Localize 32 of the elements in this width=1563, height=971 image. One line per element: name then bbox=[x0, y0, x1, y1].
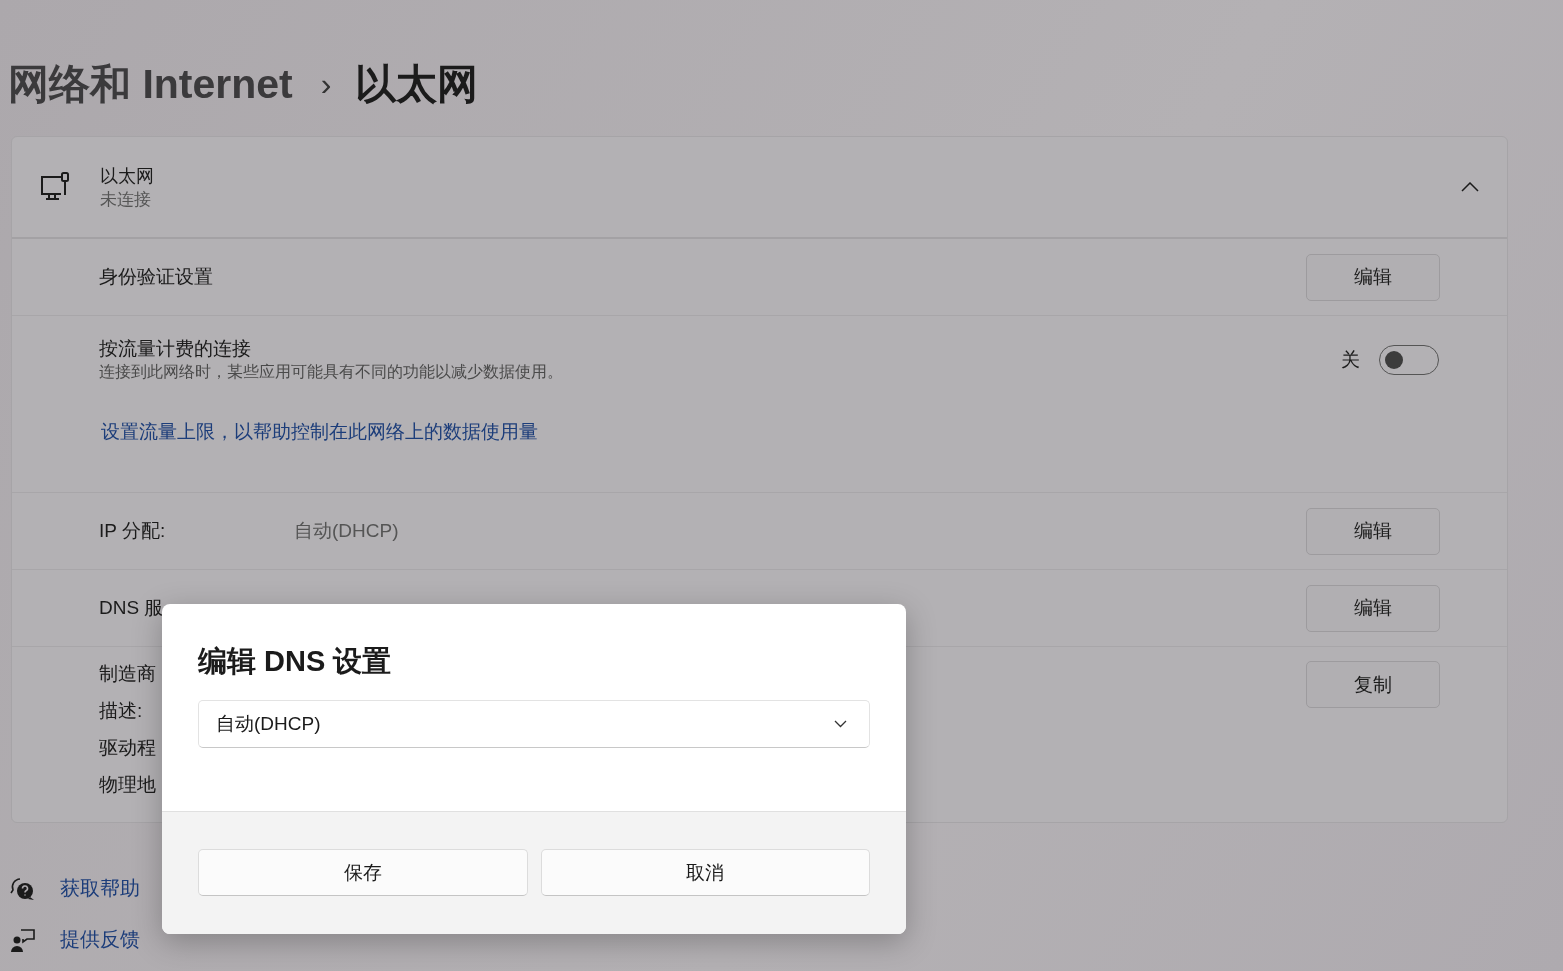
help-icon bbox=[10, 875, 36, 902]
setting-label: 按流量计费的连接 bbox=[99, 337, 252, 361]
property-label: 物理地 bbox=[99, 773, 156, 797]
toggle-state: 关 bbox=[1341, 347, 1360, 372]
setting-description: 连接到此网络时，某些应用可能具有不同的功能以减少数据使用。 bbox=[99, 362, 564, 382]
dialog-title: 编辑 DNS 设置 bbox=[198, 644, 393, 679]
feedback-link[interactable]: 提供反馈 bbox=[60, 926, 140, 953]
copy-button[interactable]: 复制 bbox=[1306, 661, 1440, 708]
setting-label: 身份验证设置 bbox=[99, 265, 214, 289]
breadcrumb-separator: › bbox=[320, 65, 332, 103]
edit-button[interactable]: 编辑 bbox=[1306, 507, 1440, 555]
adapter-status: 未连接 bbox=[100, 188, 152, 211]
setting-value: 自动(DHCP) bbox=[294, 519, 400, 543]
adapter-name: 以太网 bbox=[100, 164, 155, 188]
help-link[interactable]: 获取帮助 bbox=[60, 875, 140, 902]
edit-button[interactable]: 编辑 bbox=[1306, 584, 1440, 632]
setting-label: DNS 服 bbox=[99, 596, 165, 620]
edit-button[interactable]: 编辑 bbox=[1306, 253, 1440, 301]
property-label: 描述: bbox=[99, 699, 143, 723]
setting-label: IP 分配: bbox=[99, 519, 167, 543]
chevron-down-icon bbox=[834, 720, 847, 728]
property-label: 驱动程 bbox=[99, 736, 156, 760]
feedback-icon bbox=[10, 926, 36, 953]
property-label: 制造商 bbox=[99, 662, 156, 686]
dns-dropdown[interactable]: 自动(DHCP) bbox=[198, 700, 870, 748]
computer-icon bbox=[39, 171, 71, 203]
chevron-up-icon[interactable] bbox=[1461, 182, 1479, 192]
data-limit-link[interactable]: 设置流量上限，以帮助控制在此网络上的数据使用量 bbox=[101, 419, 538, 445]
cancel-button[interactable]: 取消 bbox=[540, 849, 870, 896]
save-button[interactable]: 保存 bbox=[198, 849, 528, 896]
breadcrumb-parent[interactable]: 网络和 Internet bbox=[8, 56, 293, 112]
page-title: 以太网 bbox=[355, 59, 479, 109]
